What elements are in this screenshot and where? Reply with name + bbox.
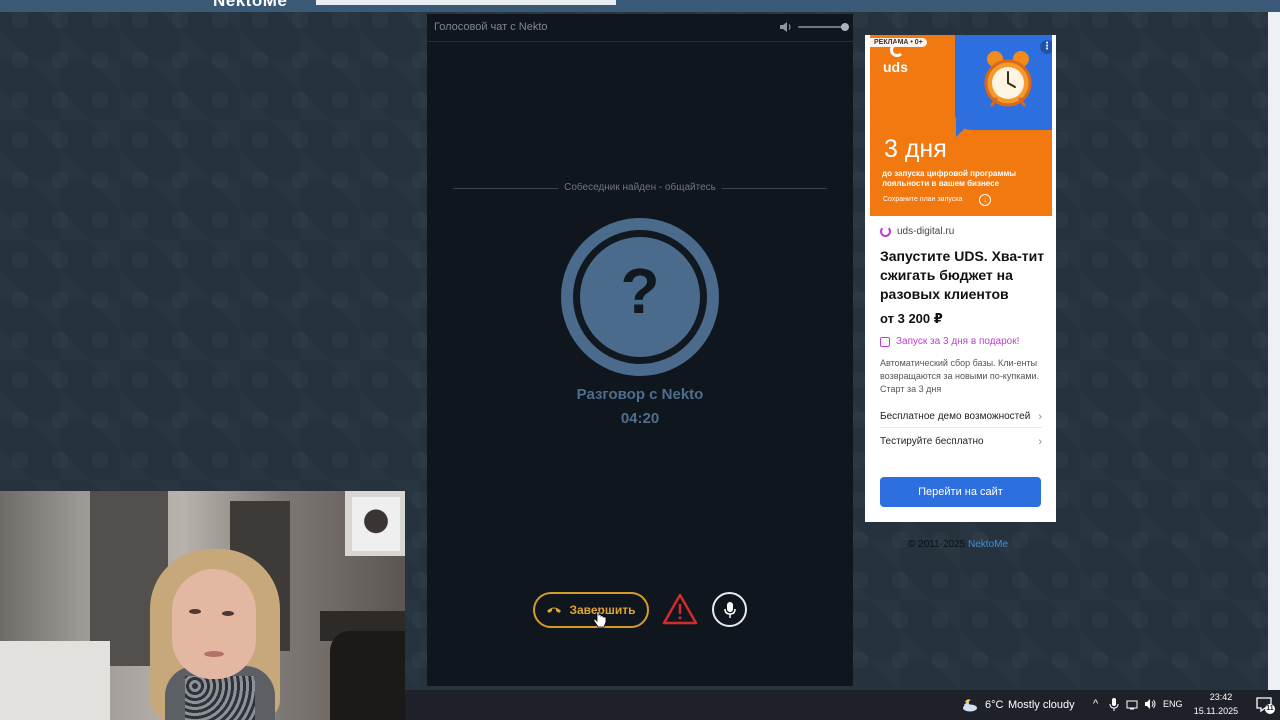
microphone-icon [723, 601, 736, 618]
webcam-person-mouth [204, 651, 224, 657]
partly-cloudy-night-icon[interactable] [960, 698, 978, 712]
mute-microphone-button[interactable] [712, 592, 747, 627]
scrollbar[interactable] [1268, 12, 1280, 692]
network-icon[interactable] [1126, 698, 1138, 711]
microphone-tray-icon[interactable] [1108, 698, 1120, 711]
chevron-right-icon: › [1038, 436, 1042, 448]
weather-temperature[interactable]: 6°C [985, 699, 1003, 711]
ad-link-label: Бесплатное демо возможностей [880, 411, 1031, 422]
header-input[interactable] [316, 0, 616, 5]
webcam-dark-object [330, 631, 405, 720]
clock-date[interactable]: 15.11.2025 [1191, 706, 1241, 716]
partner-found-status: Собеседник найден - общайтесь [427, 182, 853, 193]
question-mark-icon: ? [620, 255, 660, 327]
uds-logo-icon [890, 43, 904, 57]
call-timer: 04:20 [620, 410, 660, 427]
volume-tray-icon[interactable] [1144, 698, 1156, 711]
ad-speech-bubble-tail [956, 121, 972, 137]
ad-link-label: Тестируйте бесплатно [880, 436, 984, 447]
warning-triangle-icon[interactable] [661, 592, 699, 626]
footer-copyright: © 2011-2025 NektoMe [908, 539, 1008, 550]
alarm-clock-icon [984, 51, 1032, 107]
ad-headline[interactable]: Запустите UDS. Хва-тит сжигать бюджет на… [880, 247, 1045, 304]
chevron-right-icon: › [1038, 411, 1042, 423]
avatar-inner-ring: ? [573, 230, 707, 364]
webcam-person-eye [222, 611, 234, 616]
footer-link[interactable]: NektoMe [968, 539, 1008, 550]
speaker-icon[interactable] [779, 20, 793, 34]
ad-promo: Запуск за 3 дня в подарок! [896, 336, 1020, 347]
uds-domain-icon [880, 226, 891, 237]
webcam-overlay [0, 491, 405, 720]
ad-brand: uds [883, 59, 908, 75]
site-logo[interactable]: NektoMe [213, 0, 287, 11]
clock-time[interactable]: 23:42 [1201, 692, 1241, 702]
phone-hangup-icon [547, 607, 562, 613]
volume-slider[interactable] [798, 23, 849, 31]
advertisement[interactable]: РЕКЛАМА • 0+ ⋮ uds 3 дня до запуска цифр… [865, 35, 1056, 522]
chat-title: Голосовой чат с Nekto [434, 21, 548, 33]
gift-icon [880, 337, 890, 347]
ad-banner[interactable]: РЕКЛАМА • 0+ ⋮ uds 3 дня до запуска цифр… [870, 35, 1052, 216]
copyright-text: © 2011-2025 [908, 539, 966, 550]
partner-avatar: ? [561, 218, 719, 376]
ad-description: Автоматический сбор базы. Кли-енты возвр… [880, 358, 1040, 394]
windows-taskbar: 6°C Mostly cloudy ^ ENG 23:42 15.11.2025… [405, 690, 1280, 720]
hand-cursor-icon [593, 611, 607, 628]
webcam-person-top [185, 676, 255, 720]
site-header: NektoMe [0, 0, 1280, 12]
weather-condition[interactable]: Mostly cloudy [1008, 699, 1075, 711]
end-call-button[interactable]: Завершить [533, 592, 649, 628]
ad-more-icon[interactable]: ⋮ [1040, 40, 1052, 54]
language-indicator[interactable]: ENG [1163, 699, 1183, 709]
voice-chat-panel: Голосовой чат с Nekto Собеседник найден … [427, 14, 853, 686]
ad-save-text: Сохраните план запуска [883, 196, 963, 203]
webcam-person-face [172, 569, 256, 679]
ad-big-text: 3 дня [884, 135, 947, 163]
notification-count-badge: 11 [1265, 704, 1275, 714]
chat-header: Голосовой чат с Nekto [427, 14, 853, 42]
conversation-title: Разговор с Nekto [576, 386, 704, 403]
ad-sub-text: до запуска цифровой программы лояльности… [882, 169, 1017, 188]
download-icon: ↓ [979, 194, 991, 206]
tray-chevron-icon[interactable]: ^ [1093, 698, 1098, 710]
ad-domain[interactable]: uds-digital.ru [897, 226, 954, 237]
ad-link-demo[interactable]: Бесплатное демо возможностей › [880, 406, 1042, 428]
ad-link-test[interactable]: Тестируйте бесплатно › [880, 431, 1042, 453]
partner-found-text: Собеседник найден - общайтесь [558, 182, 722, 193]
webcam-person-eye [189, 609, 201, 614]
webcam-poster-image [352, 497, 400, 551]
volume-slider-thumb[interactable] [841, 23, 849, 31]
ad-cta-button[interactable]: Перейти на сайт [880, 477, 1041, 507]
webcam-bed [0, 641, 110, 720]
ad-price: от 3 200 ₽ [880, 311, 943, 326]
